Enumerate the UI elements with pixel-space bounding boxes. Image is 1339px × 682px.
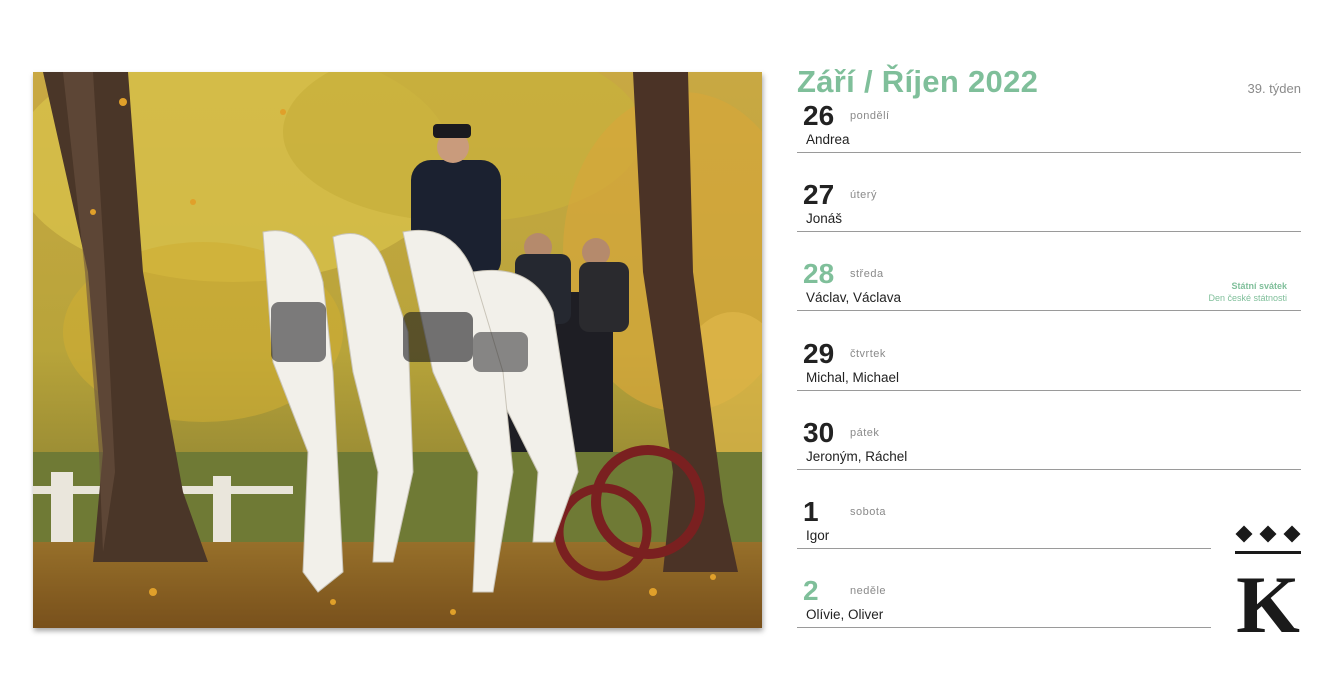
diamond-icon: [1235, 525, 1301, 543]
day-number: 30: [803, 417, 835, 448]
divider: [797, 231, 1301, 232]
weekday-label: středa: [850, 268, 884, 280]
divider: [797, 310, 1301, 311]
divider: [797, 152, 1301, 153]
weekday-label: čtvrtek: [850, 348, 886, 360]
divider: [797, 390, 1301, 391]
day-number: 28: [803, 258, 835, 289]
nameday-names: Václav, Václava: [806, 290, 902, 305]
month-title: Září / Říjen 2022: [797, 64, 1039, 99]
weekday-label: pondělí: [850, 110, 890, 122]
brand-logo: K: [1235, 524, 1301, 650]
logo-letter: K: [1236, 559, 1300, 634]
week-number: 39. týden: [1247, 81, 1302, 96]
holiday-name: Den české státnosti: [1208, 293, 1287, 303]
day-row: 2 neděle Olívie, Oliver: [797, 575, 1211, 631]
day-number: 1: [803, 496, 819, 527]
weekday-label: pátek: [850, 427, 880, 439]
nameday-names: Igor: [806, 528, 830, 543]
day-row: 30 pátek Jeroným, Ráchel: [797, 417, 1301, 473]
nameday-names: Jeroným, Ráchel: [806, 449, 908, 464]
day-number: 2: [803, 575, 819, 606]
weekday-label: neděle: [850, 585, 887, 597]
weekday-label: úterý: [850, 189, 877, 201]
nameday-names: Andrea: [806, 132, 850, 147]
divider: [797, 548, 1211, 549]
day-row: 27 úterý Jonáš: [797, 179, 1301, 235]
day-row: 29 čtvrtek Michal, Michael: [797, 338, 1301, 394]
nameday-names: Olívie, Oliver: [806, 607, 884, 622]
divider: [797, 627, 1211, 628]
day-row: 1 sobota Igor: [797, 496, 1211, 552]
day-row: 26 pondělí Andrea: [797, 100, 1301, 156]
nameday-names: Jonáš: [806, 211, 843, 226]
weekday-label: sobota: [850, 506, 887, 518]
holiday-title: Státní svátek: [1231, 281, 1287, 291]
day-number: 29: [803, 338, 835, 369]
divider: [797, 469, 1301, 470]
day-number: 26: [803, 100, 835, 131]
day-number: 27: [803, 179, 835, 210]
day-row: 28 středa Václav, Václava Státní svátek …: [797, 258, 1301, 314]
calendar-photo: [33, 72, 762, 628]
nameday-names: Michal, Michael: [806, 370, 900, 385]
